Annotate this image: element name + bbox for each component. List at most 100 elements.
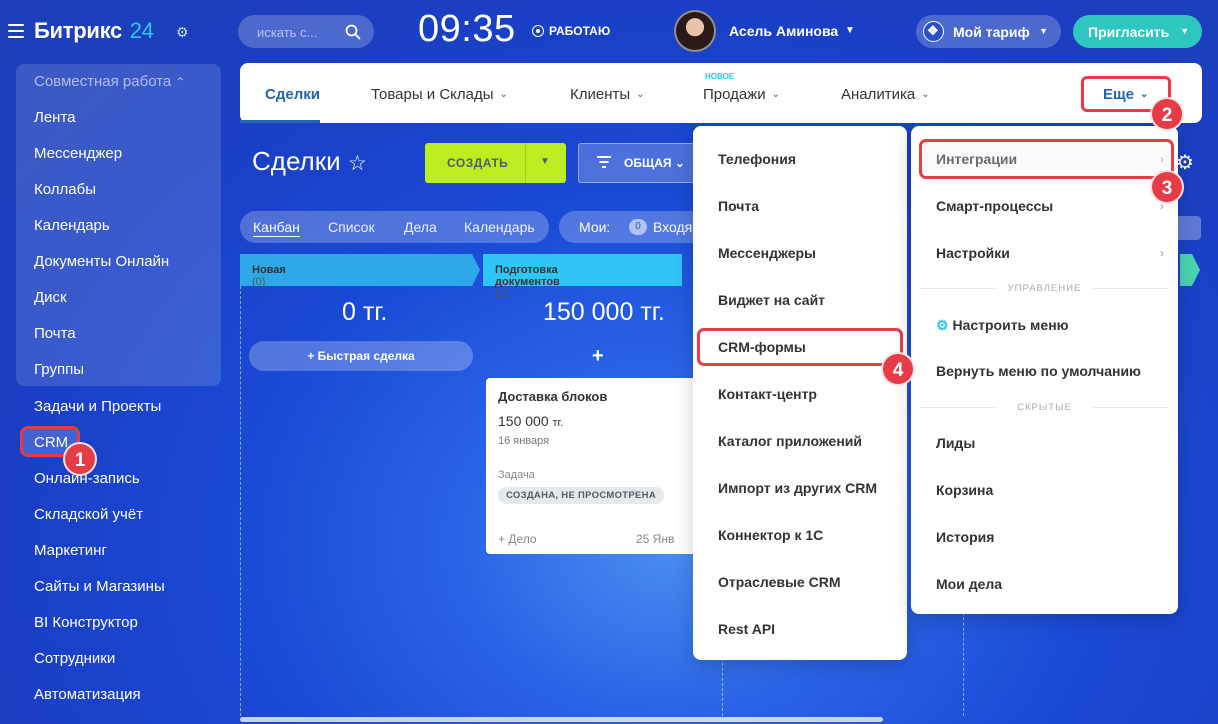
task-label: Задача [498, 469, 535, 481]
column-docs-title: Подготовка документов (1) [495, 264, 560, 300]
page-title: Сделки [252, 146, 341, 176]
filter-label: ОБЩАЯ ⌄ [624, 156, 685, 170]
chevron-up-icon: ⌃ [175, 75, 186, 89]
deal-title[interactable]: Доставка блоков [498, 389, 607, 404]
step-badge-3: 3 [1150, 170, 1184, 204]
due-date: 25 Янв [636, 532, 675, 546]
deal-currency: тг. [552, 417, 564, 429]
plan-icon [923, 21, 944, 42]
chevron-down-icon: ▼ [1039, 26, 1048, 36]
menu-burger-icon[interactable] [8, 24, 24, 38]
tab-products[interactable]: Товары и Склады ⌄ [371, 86, 508, 103]
my-counters[interactable]: Мои: 0 Входя [559, 211, 709, 243]
sidebar-item-bi[interactable]: BI Конструктор [34, 614, 138, 631]
invite-button[interactable]: Пригласить ▼ [1073, 15, 1202, 48]
sidebar-item-tasks[interactable]: Задачи и Проекты [34, 398, 161, 415]
menu-item-configure[interactable]: ⚙ Настроить меню [936, 317, 1069, 334]
menu-item-reset[interactable]: Вернуть меню по умолчанию [936, 363, 1141, 379]
view-calendar[interactable]: Календарь [464, 219, 535, 235]
menu-item-industry-crm[interactable]: Отраслевые CRM [718, 574, 841, 590]
menu-item-trash[interactable]: Корзина [936, 482, 993, 498]
menu-item-contact-center[interactable]: Контакт-центр [718, 386, 817, 402]
search-icon [345, 24, 361, 40]
quick-deal-label: Быстрая сделка [317, 349, 415, 363]
chevron-down-icon: ▼ [540, 156, 550, 167]
menu-item-leads[interactable]: Лиды [936, 435, 975, 451]
tab-sales-label: Продажи [703, 86, 766, 103]
more-menu: Интеграции › Смарт-процессы › Настройки … [911, 126, 1178, 614]
chevron-right-icon: › [1160, 246, 1164, 260]
logo-number: 24 [129, 18, 154, 43]
create-button[interactable]: СОЗДАТЬ ▼ [425, 143, 566, 183]
integrations-submenu: Телефония Почта Мессенджеры Виджет на са… [693, 126, 907, 660]
tab-sales[interactable]: Продажи ⌄ [703, 86, 780, 103]
quick-deal-button[interactable]: + Быстрая сделка [249, 341, 473, 371]
deal-card[interactable]: Доставка блоков 150 000 тг. 16 января За… [486, 378, 706, 554]
sidebar-item-inventory[interactable]: Складской учёт [34, 506, 143, 523]
gear-icon: ⚙ [936, 317, 949, 333]
sidebar-item-messenger[interactable]: Мессенджер [34, 145, 122, 162]
sidebar-item-marketing[interactable]: Маркетинг [34, 542, 107, 559]
sidebar-item-calendar[interactable]: Календарь [34, 217, 110, 234]
menu-item-history[interactable]: История [936, 529, 994, 545]
step-badge-4: 4 [881, 352, 915, 386]
sidebar-item-disk[interactable]: Диск [34, 289, 67, 306]
menu-item-widget[interactable]: Виджет на сайт [718, 292, 825, 308]
menu-item-my-activities[interactable]: Мои дела [936, 576, 1002, 592]
sidebar-item-groups[interactable]: Группы [34, 361, 84, 378]
sidebar-group-title[interactable]: Совместная работа ⌃ [34, 73, 185, 90]
crm-forms-highlight [697, 328, 903, 366]
column-new-name: Новая [252, 264, 286, 276]
logo[interactable]: Битрикс 24 [34, 18, 154, 44]
sliders-icon[interactable]: ⚙ [176, 24, 189, 41]
sidebar-item-collabs[interactable]: Коллабы [34, 181, 96, 198]
tab-more[interactable]: Еще ⌄ [1103, 86, 1148, 103]
horizontal-scrollbar[interactable] [240, 717, 883, 722]
tab-deals[interactable]: Сделки [265, 86, 320, 103]
gear-icon[interactable]: ⚙ [1176, 150, 1194, 175]
filter-button[interactable]: ОБЩАЯ ⌄ [578, 143, 708, 183]
add-deal-plus-icon[interactable]: + [592, 345, 604, 368]
incoming-label: Входя [653, 219, 693, 235]
sidebar-item-feed[interactable]: Лента [34, 109, 76, 126]
sidebar-item-sites[interactable]: Сайты и Магазины [34, 578, 165, 595]
menu-item-settings[interactable]: Настройки [936, 245, 1010, 261]
menu-item-smart-processes[interactable]: Смарт-процессы [936, 198, 1053, 214]
user-name[interactable]: Асель Аминова [729, 23, 838, 39]
section-manage: УПРАВЛЕНИЕ [921, 283, 1168, 294]
chevron-down-icon[interactable]: ▼ [845, 25, 855, 36]
work-status-label: РАБОТАЮ [549, 24, 611, 38]
view-activities[interactable]: Дела [404, 219, 437, 235]
menu-item-messengers[interactable]: Мессенджеры [718, 245, 816, 261]
sidebar-item-automation[interactable]: Автоматизация [34, 686, 141, 703]
filter-text: ОБЩАЯ [624, 156, 672, 170]
tab-analytics[interactable]: Аналитика ⌄ [841, 86, 930, 103]
sidebar-item-docs[interactable]: Документы Онлайн [34, 253, 169, 270]
menu-item-telephony[interactable]: Телефония [718, 151, 796, 167]
menu-item-rest-api[interactable]: Rest API [718, 621, 775, 637]
chevron-down-icon: ⌄ [636, 89, 645, 100]
section-hidden: СКРЫТЫЕ [921, 402, 1168, 413]
work-status[interactable]: РАБОТАЮ [532, 24, 610, 38]
menu-item-mail[interactable]: Почта [718, 198, 759, 214]
menu-item-import[interactable]: Импорт из других CRM [718, 480, 877, 496]
plan-label: Мой тариф [953, 24, 1030, 40]
integrations-highlight [919, 139, 1174, 179]
sidebar-item-crm[interactable]: CRM [34, 434, 68, 451]
plan-button[interactable]: Мой тариф ▼ [916, 15, 1061, 48]
avatar[interactable] [674, 10, 716, 52]
search-box[interactable]: искать с... [238, 15, 374, 48]
menu-item-app-catalog[interactable]: Каталог приложений [718, 433, 862, 449]
star-icon[interactable]: ☆ [348, 151, 367, 176]
active-tab-underline [240, 120, 320, 123]
menu-item-1c-connector[interactable]: Коннектор к 1С [718, 527, 823, 543]
view-kanban[interactable]: Канбан [253, 219, 300, 235]
sidebar-item-mail[interactable]: Почта [34, 325, 76, 342]
add-activity-link[interactable]: + Дело [498, 532, 537, 546]
tab-clients[interactable]: Клиенты ⌄ [570, 86, 645, 103]
view-list[interactable]: Список [328, 219, 375, 235]
mine-label: Мои: [579, 219, 611, 235]
chevron-down-icon: ⌄ [771, 89, 781, 100]
column-headers [240, 254, 682, 286]
sidebar-item-employees[interactable]: Сотрудники [34, 650, 115, 667]
